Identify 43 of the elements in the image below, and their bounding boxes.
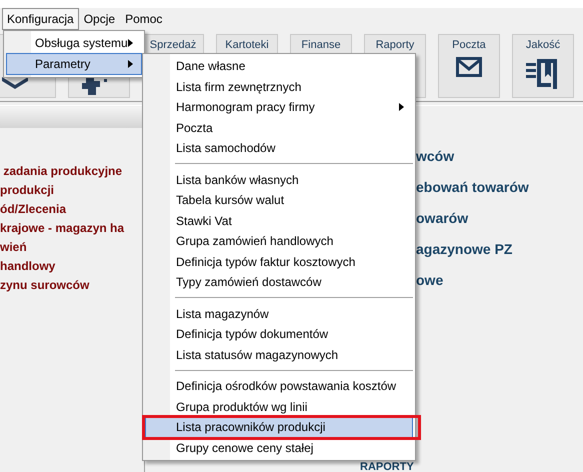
module-link[interactable]: krajowe - magazyn ha <box>0 221 144 236</box>
submenu-arrow-icon <box>128 39 133 47</box>
module-link[interactable]: ebowań towarów <box>416 179 583 196</box>
menu-bar-item[interactable]: Opcje <box>78 8 120 30</box>
module-link[interactable]: wień <box>0 240 144 255</box>
module-link[interactable]: owarów <box>416 210 583 227</box>
module-link[interactable]: ód/Zlecenia <box>0 202 144 217</box>
module-link[interactable]: handlowy <box>0 259 144 274</box>
submenu-arrow-icon <box>399 103 404 112</box>
menu-item[interactable]: Definicja typów faktur kosztowych <box>145 251 413 272</box>
module-link[interactable]: wców <box>416 148 583 165</box>
section-label: RAPORTY <box>360 463 414 472</box>
menu-item[interactable]: Stawki Vat <box>145 210 413 231</box>
menu-item[interactable]: Lista magazynów <box>145 304 413 324</box>
menu-item[interactable]: Tabela kursów walut <box>145 190 413 210</box>
menu-item[interactable]: Lista banków własnych <box>145 170 413 190</box>
module-link[interactable]: agazynowe PZ <box>416 241 583 258</box>
menu-item[interactable]: Lista firm zewnętrznych <box>145 76 413 97</box>
module-link[interactable]: produkcji <box>0 183 144 198</box>
menu-bar-item[interactable]: Konfiguracja <box>2 8 79 30</box>
menu-item[interactable]: Grupy cenowe ceny stałej <box>145 438 413 458</box>
menu-item[interactable]: Dane własne <box>145 56 413 76</box>
menu-item[interactable]: Harmonogram pracy firmy <box>145 96 413 118</box>
menu-item[interactable]: Definicja typów dokumentów <box>145 324 413 344</box>
module-link[interactable]: zynu surowców <box>0 278 144 293</box>
module-link[interactable]: zadania produkcyjne <box>0 164 144 179</box>
toolbar-button[interactable]: Poczta <box>438 34 500 98</box>
submenu-arrow-icon <box>128 60 133 68</box>
toolbar-button[interactable]: Jakość <box>512 34 574 98</box>
menu-item[interactable]: Definicja ośrodków powstawania kosztów <box>145 376 413 397</box>
menu-item[interactable]: Typy zamówień dostawców <box>145 272 413 292</box>
book-icon <box>526 57 560 89</box>
menu-item[interactable]: Lista statusów magazynowych <box>145 344 413 365</box>
menu-bar-item[interactable]: Pomoc <box>120 8 168 30</box>
menu-item[interactable]: Lista samochodów <box>145 138 413 158</box>
chevron-icon <box>2 75 28 89</box>
menu-item[interactable]: Poczta <box>145 117 413 138</box>
menu-item[interactable]: Obsługa systemu <box>6 33 142 53</box>
module-link[interactable]: owe <box>416 272 583 289</box>
menu-item[interactable]: Parametry <box>6 53 142 75</box>
menu-item[interactable]: Grupa zamówień handlowych <box>145 230 413 252</box>
menu-item[interactable]: Grupa produktów wg linii <box>145 396 413 418</box>
envelope-icon <box>456 57 482 77</box>
